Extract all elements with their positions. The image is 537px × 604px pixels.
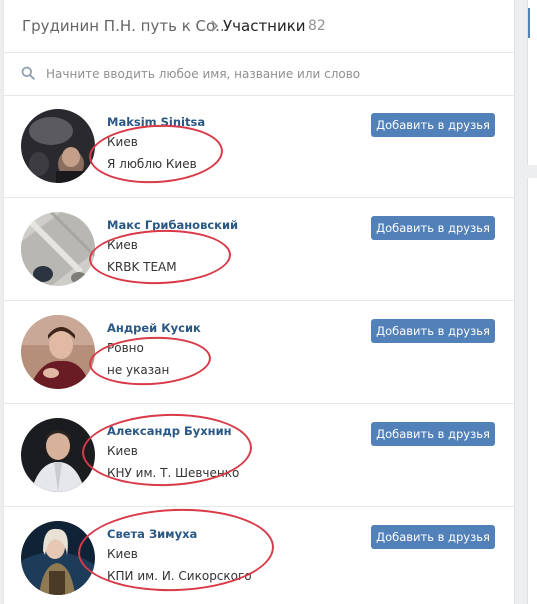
members-card: Грудинин П.Н. путь к Со.. Участники 82 M… (3, 0, 515, 604)
member-city: Ровно (107, 341, 144, 355)
member-name[interactable]: Макс Грибановский (107, 218, 238, 232)
member-row: Андрей Кусик Ровно не указан Добавить в … (4, 301, 514, 404)
side-panel-lower (527, 178, 537, 604)
highlight-oval (87, 121, 225, 187)
avatar[interactable] (21, 109, 95, 183)
chevron-right-icon (211, 20, 219, 32)
member-info: Я люблю Киев (107, 157, 197, 171)
member-city: Киев (107, 135, 138, 149)
avatar[interactable] (21, 521, 95, 595)
page-header: Грудинин П.Н. путь к Со.. Участники 82 (4, 0, 514, 53)
add-friend-button[interactable]: Добавить в друзья (371, 113, 495, 137)
member-name[interactable]: Александр Бухнин (107, 424, 232, 438)
breadcrumb-community[interactable]: Грудинин П.Н. путь к Со.. (22, 17, 225, 35)
member-count: 82 (308, 18, 326, 34)
search-input[interactable] (44, 62, 488, 86)
member-info: не указан (107, 363, 170, 377)
search-icon (21, 66, 35, 80)
member-row: Макс Грибановский Киев KRBK TEAM Добавит… (4, 198, 514, 301)
member-row: Александр Бухнин Киев КНУ им. Т. Шевченк… (4, 404, 514, 507)
avatar[interactable] (21, 418, 95, 492)
member-info: КНУ им. Т. Шевченко (107, 466, 240, 480)
add-friend-button[interactable]: Добавить в друзья (371, 216, 495, 240)
side-panel (527, 0, 537, 165)
member-name[interactable]: Андрей Кусик (107, 321, 201, 335)
member-name[interactable]: Света Зимуха (107, 527, 197, 541)
add-friend-button[interactable]: Добавить в друзья (371, 525, 495, 549)
member-info: КПИ им. И. Сикорского (107, 569, 252, 583)
member-city: Киев (107, 238, 138, 252)
member-city: Киев (107, 444, 138, 458)
avatar[interactable] (21, 315, 95, 389)
member-row: Света Зимуха Киев КПИ им. И. Сикорского … (4, 505, 514, 604)
page-title: Участники (223, 17, 306, 35)
search-bar (4, 53, 514, 96)
member-name[interactable]: Maksim Sinitsa (107, 115, 205, 129)
avatar[interactable] (21, 212, 95, 286)
add-friend-button[interactable]: Добавить в друзья (371, 319, 495, 343)
member-info: KRBK TEAM (107, 260, 177, 274)
member-row: Maksim Sinitsa Киев Я люблю Киев Добавит… (4, 95, 514, 198)
side-panel-accent (528, 8, 530, 38)
add-friend-button[interactable]: Добавить в друзья (371, 422, 495, 446)
member-city: Киев (107, 547, 138, 561)
highlight-oval (88, 227, 232, 287)
